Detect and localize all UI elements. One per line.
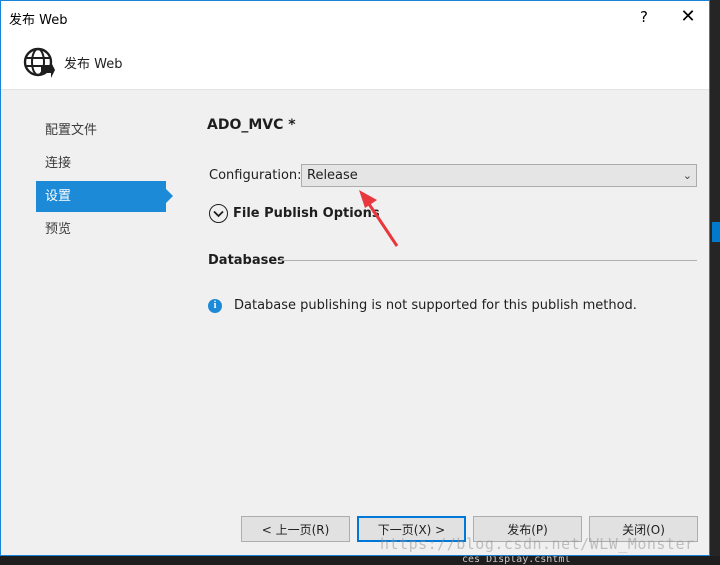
- close-window-button[interactable]: ✕: [665, 1, 711, 32]
- globe-arrow-icon: [23, 47, 55, 78]
- nav-item-settings[interactable]: 设置: [36, 181, 173, 212]
- databases-divider: [278, 260, 697, 261]
- chevron-down-icon: ⌄: [682, 169, 692, 182]
- database-info-text: Database publishing is not supported for…: [234, 298, 637, 313]
- header-title: 发布 Web: [64, 57, 123, 72]
- expand-circle-icon: [209, 204, 228, 223]
- ide-scroll-marker: [712, 222, 720, 242]
- dialog-header: 发布 Web: [1, 32, 709, 90]
- configuration-value: Release: [307, 168, 358, 183]
- nav-item-preview[interactable]: 预览: [36, 214, 166, 245]
- title-bar: 发布 Web ? ✕: [1, 1, 709, 32]
- watermark: https://blog.csdn.net/WLW_Monster: [380, 535, 695, 553]
- configuration-select[interactable]: Release ⌄: [301, 164, 697, 187]
- nav-item-profile[interactable]: 配置文件: [36, 115, 166, 146]
- info-icon: i: [208, 298, 222, 313]
- database-info: i Database publishing is not supported f…: [208, 298, 637, 313]
- publish-web-dialog: 发布 Web ? ✕ 发布 Web 配置文件 连接 设置 预览 ADO_MVC …: [0, 0, 710, 556]
- configuration-label: Configuration:: [209, 168, 302, 183]
- ide-background-bottom: [0, 556, 720, 565]
- profile-name: ADO_MVC *: [207, 117, 296, 133]
- ide-background-right: [710, 0, 720, 565]
- databases-heading: Databases: [208, 253, 285, 268]
- previous-button[interactable]: < 上一页(R): [241, 516, 350, 542]
- wizard-nav: 配置文件 连接 设置 预览: [36, 115, 176, 247]
- window-title: 发布 Web: [9, 13, 68, 28]
- help-button[interactable]: ?: [621, 1, 667, 32]
- annotation-arrow-icon: [359, 190, 399, 247]
- nav-item-connection[interactable]: 连接: [36, 148, 166, 179]
